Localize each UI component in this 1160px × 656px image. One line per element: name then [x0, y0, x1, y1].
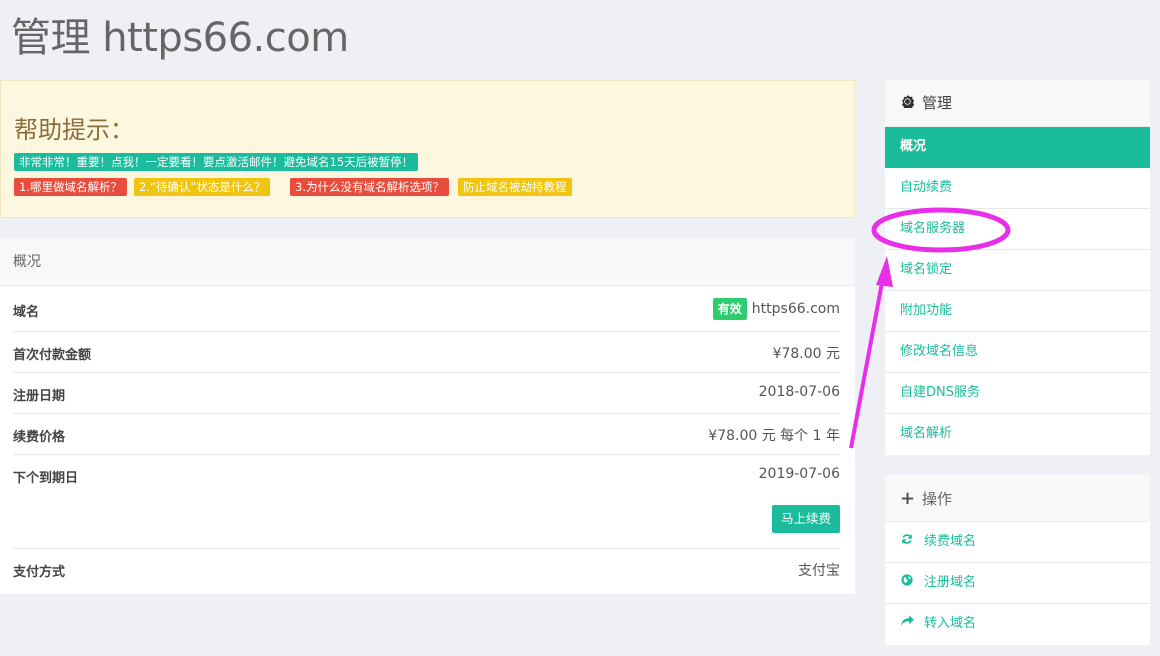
row-reg-date: 注册日期 2018-07-06 [13, 373, 840, 414]
op-transfer-domain[interactable]: 转入域名 [885, 604, 1150, 645]
globe-icon [900, 563, 914, 603]
menu-item-dns-records[interactable]: 域名解析 [885, 414, 1150, 455]
menu-item-nameservers[interactable]: 域名服务器 [885, 209, 1150, 250]
share-icon [900, 604, 914, 644]
domain-value: 有效 https66.com [712, 298, 840, 320]
row-label: 下个到期日 [13, 471, 79, 486]
row-label: 注册日期 [13, 389, 66, 404]
renew-now-button[interactable]: 马上续费 [771, 505, 840, 533]
domain-name: https66.com [751, 301, 840, 317]
ops-panel: + 操作 续费域名 注册域名 转入域名 [885, 475, 1150, 645]
row-value: ¥78.00 元 [772, 346, 840, 362]
row-value: 2019-07-06 [758, 466, 840, 482]
page-title: 管理 https66.com [11, 15, 349, 61]
overview-panel: 概况 域名 有效 https66.com 首次付款金额 ¥78.00 元 注册日期… [0, 238, 855, 594]
op-label: 转入域名 [924, 616, 977, 631]
row-domain: 域名 有效 https66.com [13, 286, 840, 332]
menu-item-overview[interactable]: 概况 [885, 127, 1150, 168]
status-badge: 有效 [712, 298, 747, 320]
manage-panel-header: 管理 [885, 80, 1150, 127]
help-link-dns-resolve[interactable]: 1.哪里做域名解析？ [14, 178, 127, 196]
op-renew-domain[interactable]: 续费域名 [885, 522, 1150, 563]
activation-notice-link[interactable]: 非常非常！重要！点我！一定要看！要点激活邮件！避免域名15天后被暂停！ [14, 153, 419, 171]
row-renew-price: 续费价格 ¥78.00 元 每个 1 年 [13, 414, 840, 455]
op-label: 续费域名 [924, 534, 977, 549]
help-link-pending-status[interactable]: 2.“待确认”状态是什么？ [134, 178, 271, 196]
row-value: 2018-07-06 [758, 384, 840, 400]
menu-item-edit-contact[interactable]: 修改域名信息 [885, 332, 1150, 373]
row-next-due: 下个到期日 2019-07-06 [13, 455, 840, 549]
op-register-domain[interactable]: 注册域名 [885, 563, 1150, 604]
help-alert: 帮助提示： 非常非常！重要！点我！一定要看！要点激活邮件！避免域名15天后被暂停… [0, 80, 855, 218]
row-label: 支付方式 [13, 565, 66, 580]
manage-panel-title: 管理 [922, 94, 953, 112]
menu-item-auto-renew[interactable]: 自动续费 [885, 168, 1150, 209]
row-first-payment: 首次付款金额 ¥78.00 元 [13, 332, 840, 373]
refresh-icon [900, 522, 914, 562]
row-label: 首次付款金额 [13, 348, 92, 363]
help-title: 帮助提示： [14, 116, 134, 144]
menu-item-private-dns[interactable]: 自建DNS服务 [885, 373, 1150, 414]
row-value: 支付宝 [798, 563, 840, 579]
menu-item-addons[interactable]: 附加功能 [885, 291, 1150, 332]
manage-panel: 管理 概况 自动续费 域名服务器 域名锁定 附加功能 修改域名信息 自建DNS服… [885, 80, 1150, 455]
row-value: ¥78.00 元 每个 1 年 [708, 428, 840, 444]
help-link-hijack-guide[interactable]: 防止域名被劫持教程 [458, 178, 572, 196]
row-label: 续费价格 [13, 430, 66, 445]
gear-icon [900, 80, 914, 127]
op-label: 注册域名 [924, 575, 977, 590]
menu-item-domain-lock[interactable]: 域名锁定 [885, 250, 1150, 291]
help-link-no-dns-option[interactable]: 3.为什么没有域名解析选项？ [290, 178, 449, 196]
annotation-arrow-shaft [849, 271, 886, 449]
ops-panel-title: 操作 [922, 490, 953, 508]
row-label: 域名 [13, 305, 40, 320]
plus-icon: + [900, 488, 916, 509]
ops-panel-header: + 操作 [885, 475, 1150, 522]
row-payment-method: 支付方式 支付宝 [13, 549, 840, 593]
overview-title: 概况 [0, 238, 855, 286]
